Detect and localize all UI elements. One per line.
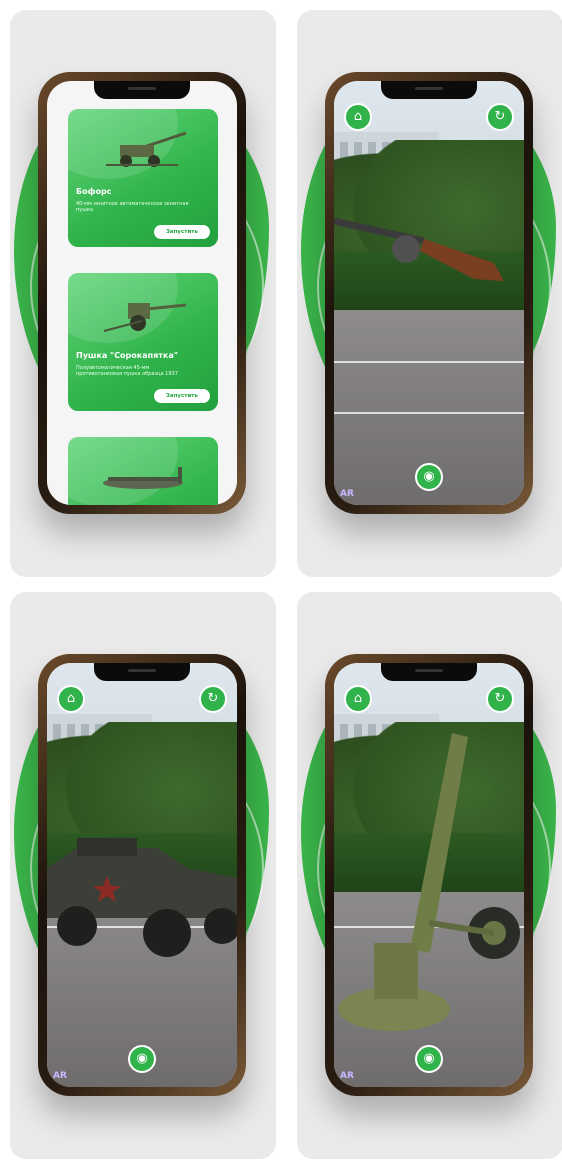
ppsh-model [334, 217, 504, 281]
home-icon: ⌂ [66, 691, 76, 706]
phone-frame: ⌂ ↻ ◉ AR [325, 654, 533, 1096]
phone-screen: Бофорс 40-мм зенитное автоматическое зен… [47, 81, 237, 505]
notch [381, 81, 477, 99]
card-title: Бофорс [76, 187, 112, 196]
card-description: Полуавтоматическая 45-мм противотанковая… [76, 365, 178, 377]
home-button[interactable]: ⌂ [57, 685, 85, 713]
reload-button[interactable]: ↻ [486, 685, 514, 713]
phone-screen: ⌂ ↻ ◉ AR [334, 663, 524, 1087]
home-button[interactable]: ⌂ [344, 685, 372, 713]
notch [94, 663, 190, 681]
screenshot-tile-armored-car: ⌂ ↻ ◉ AR [10, 592, 276, 1159]
launch-button[interactable]: Запустить [154, 389, 210, 403]
reload-button[interactable]: ↻ [199, 685, 227, 713]
card-plane[interactable] [68, 437, 218, 505]
cannon-image [103, 303, 187, 332]
card-title: Пушка "Сорокапятка" [76, 351, 178, 360]
phone-frame: Бофорс 40-мм зенитное автоматическое зен… [38, 72, 246, 514]
phone-screen: ⌂ ↻ ◉ AR [47, 663, 237, 1087]
phone-screen: ⌂ ↻ ◉ AR [334, 81, 524, 505]
ar-logo: AR [53, 1071, 67, 1081]
ar-logo: AR [340, 489, 354, 499]
reload-button[interactable]: ↻ [486, 103, 514, 131]
phone-frame: ⌂ ↻ ◉ AR [325, 72, 533, 514]
card-bofors[interactable]: Бофорс 40-мм зенитное автоматическое зен… [68, 109, 218, 247]
reload-icon: ↻ [494, 691, 506, 706]
mortar-model [338, 733, 520, 1031]
plane-image [103, 467, 183, 489]
armored-car-model [47, 838, 237, 957]
notch [381, 663, 477, 681]
phone-frame: ⌂ ↻ ◉ AR [38, 654, 246, 1096]
home-icon: ⌂ [353, 691, 363, 706]
home-icon: ⌂ [353, 109, 363, 124]
launch-button[interactable]: Запустить [154, 225, 210, 239]
notch [94, 81, 190, 99]
screenshot-tile-mortar: ⌂ ↻ ◉ AR [297, 592, 562, 1159]
screenshot-tile-list: Бофорс 40-мм зенитное автоматическое зен… [10, 10, 276, 577]
camera-button[interactable]: ◉ [415, 463, 443, 491]
card-sorokopyatka[interactable]: Пушка "Сорокапятка" Полуавтоматическая 4… [68, 273, 218, 411]
camera-icon: ◉ [423, 469, 435, 484]
camera-button[interactable]: ◉ [128, 1045, 156, 1073]
camera-icon: ◉ [136, 1051, 148, 1066]
camera-button[interactable]: ◉ [415, 1045, 443, 1073]
home-button[interactable]: ⌂ [344, 103, 372, 131]
camera-icon: ◉ [423, 1051, 435, 1066]
card-description: 40-мм зенитное автоматическое зенитная п… [76, 201, 189, 213]
screenshot-tile-ppsh: ⌂ ↻ ◉ AR [297, 10, 562, 577]
reload-icon: ↻ [207, 691, 219, 706]
reload-icon: ↻ [494, 109, 506, 124]
ar-logo: AR [340, 1071, 354, 1081]
gun-image [106, 131, 187, 167]
